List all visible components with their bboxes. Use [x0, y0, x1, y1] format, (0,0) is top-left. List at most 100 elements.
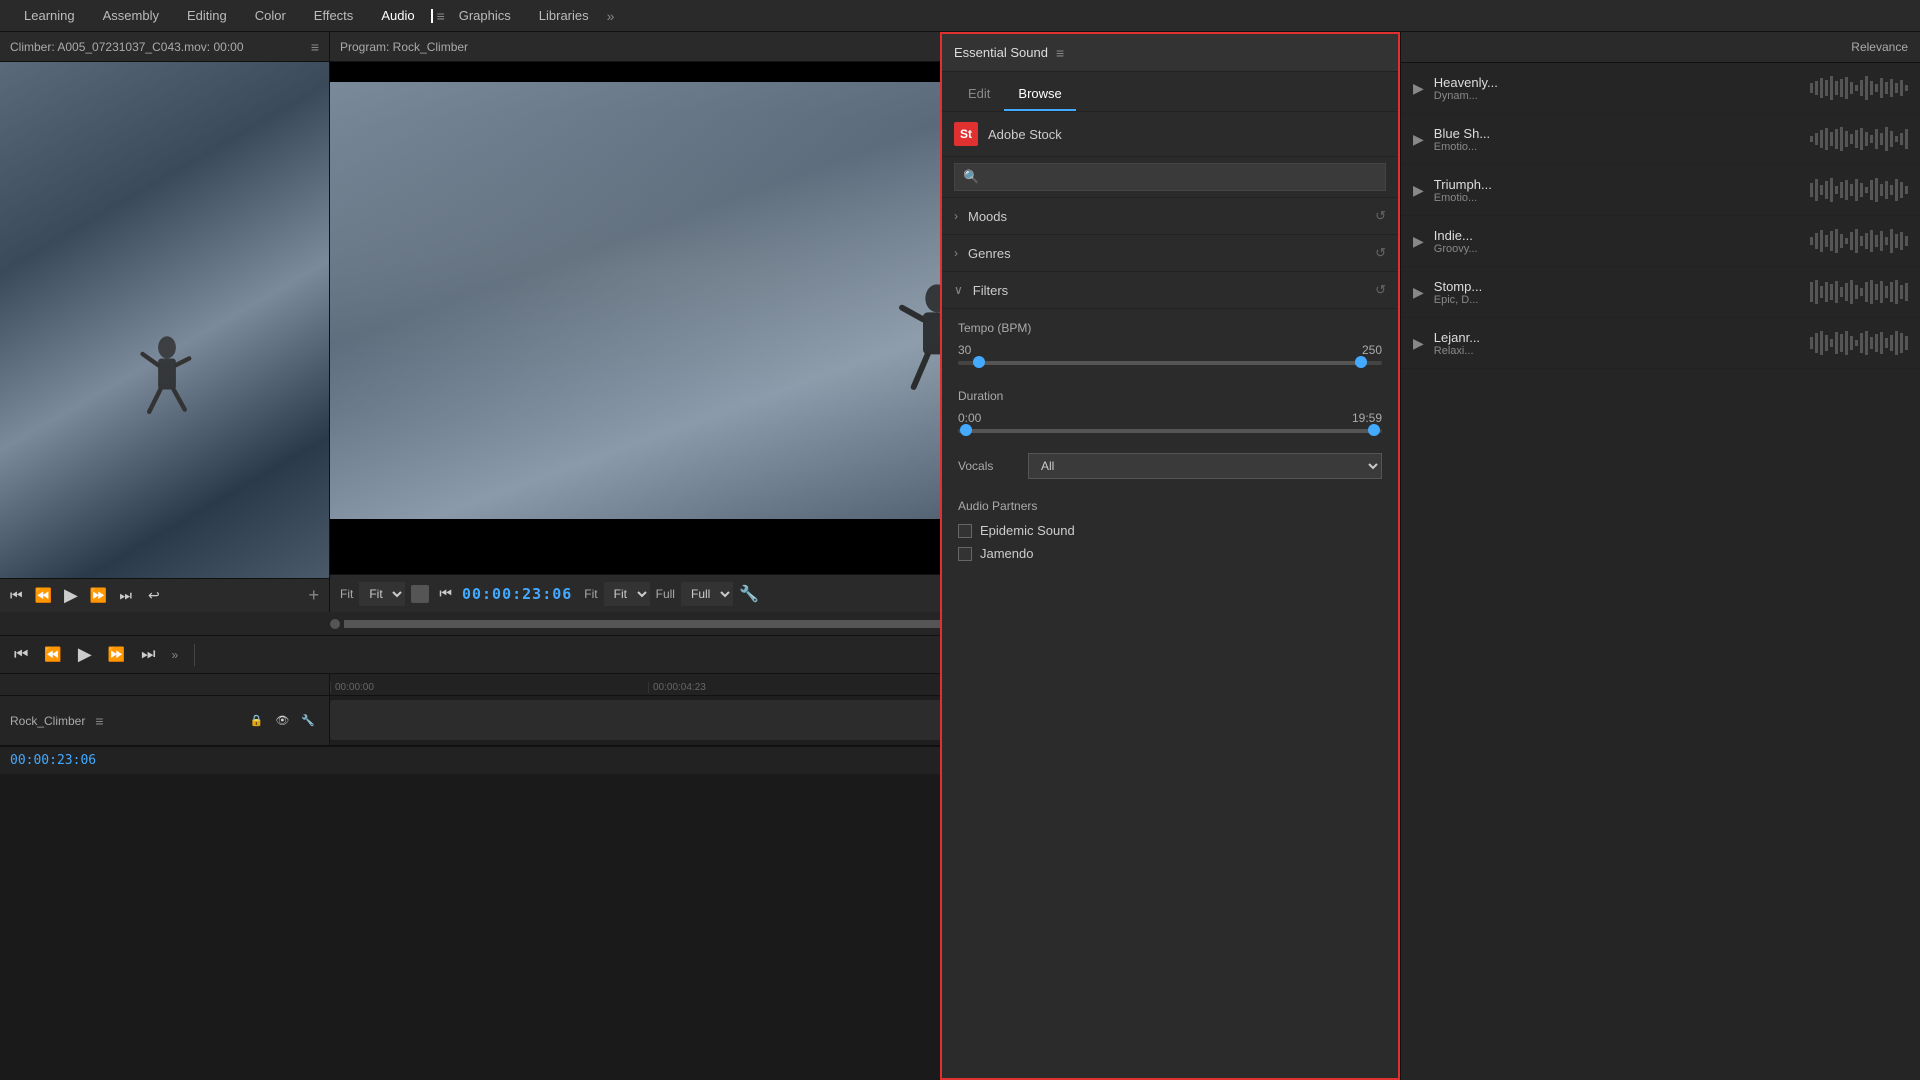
src-add-btn[interactable]: + — [304, 583, 323, 608]
tl-divider — [194, 644, 195, 666]
play-icon-3[interactable]: ▶ — [1413, 233, 1424, 250]
fit-label-2: Fit — [584, 587, 597, 601]
src-skip-back-btn[interactable]: ⏮ — [6, 585, 27, 606]
search-icon: 🔍 — [963, 169, 979, 185]
tl-back-btn[interactable]: ⏮ — [10, 644, 32, 666]
result-title-2: Triumph... — [1434, 177, 1798, 192]
ruler-mark-0: 00:00:00 — [330, 682, 648, 693]
full-label: Full — [656, 587, 675, 601]
result-item-0[interactable]: ▶ Heavenly... Dynam... — [1401, 63, 1920, 114]
filter-genres[interactable]: › Genres ↺ — [942, 235, 1398, 272]
nav-graphics[interactable]: Graphics — [445, 4, 525, 27]
tl-double-arrow: » — [172, 648, 179, 662]
tl-play-btn[interactable]: ▶ — [74, 642, 96, 667]
src-step-fwd-btn[interactable]: ⏩ — [86, 585, 111, 606]
duration-label: Duration — [958, 389, 1382, 403]
tl-step-fwd-btn[interactable]: ⏩ — [104, 644, 129, 665]
track-eye-btn[interactable]: 👁 — [271, 712, 293, 729]
wrench-icon[interactable]: 🔧 — [739, 584, 759, 604]
nav-assembly[interactable]: Assembly — [89, 4, 173, 27]
cursor-indicator — [431, 9, 433, 23]
genres-reset-icon[interactable]: ↺ — [1375, 245, 1386, 261]
vocals-row: Vocals All Instrumental With Vocals — [958, 453, 1382, 479]
nav-editing[interactable]: Editing — [173, 4, 241, 27]
nav-effects[interactable]: Effects — [300, 4, 368, 27]
play-icon-1[interactable]: ▶ — [1413, 131, 1424, 148]
search-input-wrap: 🔍 — [954, 163, 1386, 191]
tempo-range-track[interactable] — [958, 361, 1382, 365]
rock-bg — [0, 62, 329, 578]
play-icon-4[interactable]: ▶ — [1413, 284, 1424, 301]
result-item-5[interactable]: ▶ Lejanr... Relaxi... — [1401, 318, 1920, 369]
source-monitor-menu-icon[interactable]: ≡ — [311, 39, 319, 55]
jamendo-label: Jamendo — [980, 546, 1033, 561]
timeline-timecode: 00:00:23:06 — [10, 753, 96, 768]
epidemic-sound-checkbox[interactable] — [958, 524, 972, 538]
adobe-stock-row[interactable]: St Adobe Stock — [942, 112, 1398, 157]
scrubber-left-dot — [330, 619, 340, 629]
duration-thumb-left[interactable] — [960, 424, 972, 436]
nav-libraries[interactable]: Libraries — [525, 4, 603, 27]
moods-reset-icon[interactable]: ↺ — [1375, 208, 1386, 224]
epidemic-sound-row: Epidemic Sound — [958, 523, 1382, 538]
panel-tabs: Edit Browse — [942, 72, 1398, 112]
epidemic-sound-label: Epidemic Sound — [980, 523, 1075, 538]
nav-color[interactable]: Color — [241, 4, 300, 27]
fit-selector-2[interactable]: Fit — [604, 582, 650, 606]
result-info-1: Blue Sh... Emotio... — [1434, 126, 1798, 153]
result-item-1[interactable]: ▶ Blue Sh... Emotio... — [1401, 114, 1920, 165]
src-loop-btn[interactable]: ↩ — [144, 585, 164, 606]
result-title-5: Lejanr... — [1434, 330, 1798, 345]
tl-step-back-btn[interactable]: ⏪ — [40, 644, 65, 665]
track-tool-btn[interactable]: 🔧 — [297, 712, 319, 729]
track-lock-btn[interactable]: 🔒 — [246, 712, 268, 729]
relevance-label: Relevance — [1851, 40, 1908, 54]
duration-section: Duration 0:00 19:59 — [942, 377, 1398, 445]
program-monitor-title: Program: Rock_Climber — [340, 40, 468, 54]
src-play-btn[interactable]: ▶ — [60, 583, 82, 608]
search-bar: 🔍 — [942, 157, 1398, 198]
src-step-back-btn[interactable]: ⏪ — [31, 585, 56, 606]
tl-fwd-btn[interactable]: ⏭ — [137, 644, 159, 666]
audio-partners-section: Audio Partners Epidemic Sound Jamendo — [942, 487, 1398, 581]
nav-audio[interactable]: Audio — [367, 4, 428, 27]
jamendo-row: Jamendo — [958, 546, 1382, 561]
jamendo-checkbox[interactable] — [958, 547, 972, 561]
play-icon-5[interactable]: ▶ — [1413, 335, 1424, 352]
filter-filters[interactable]: ∨ Filters ↺ — [942, 272, 1398, 309]
duration-max: 19:59 — [1352, 411, 1382, 425]
full-selector[interactable]: Full — [681, 582, 733, 606]
filters-reset-icon[interactable]: ↺ — [1375, 282, 1386, 298]
vocals-select[interactable]: All Instrumental With Vocals — [1028, 453, 1382, 479]
duration-thumb-right[interactable] — [1368, 424, 1380, 436]
panel-menu-icon[interactable]: ≡ — [1056, 45, 1064, 61]
fit-selector[interactable]: Fit — [359, 582, 405, 606]
nav-more-icon[interactable]: » — [607, 8, 615, 24]
result-item-3[interactable]: ▶ Indie... Groovy... — [1401, 216, 1920, 267]
ruler-left-spacer — [0, 674, 330, 695]
tempo-thumb-right[interactable] — [1355, 356, 1367, 368]
tempo-thumb-left[interactable] — [973, 356, 985, 368]
play-icon-0[interactable]: ▶ — [1413, 80, 1424, 97]
nav-learning[interactable]: Learning — [10, 4, 89, 27]
filter-section: › Moods ↺ › Genres ↺ ∨ Filters ↺ Tempo (… — [942, 198, 1398, 1078]
pgm-skip-back-btn[interactable]: ⏮ — [435, 583, 456, 604]
result-title-0: Heavenly... — [1434, 75, 1798, 90]
duration-range-values: 0:00 19:59 — [958, 411, 1382, 425]
panel-title: Essential Sound — [954, 45, 1048, 60]
aspect-ratio-btn[interactable] — [411, 585, 429, 603]
adobe-stock-label: Adobe Stock — [988, 127, 1062, 142]
search-input[interactable] — [985, 170, 1377, 184]
tab-edit[interactable]: Edit — [954, 80, 1004, 111]
tab-browse[interactable]: Browse — [1004, 80, 1075, 111]
filter-moods[interactable]: › Moods ↺ — [942, 198, 1398, 235]
track-menu-icon[interactable]: ≡ — [95, 713, 103, 729]
play-icon-2[interactable]: ▶ — [1413, 182, 1424, 199]
ruler-mark-1: 00:00:04:23 — [648, 682, 966, 693]
src-skip-fwd-btn[interactable]: ⏭ — [115, 585, 136, 606]
result-item-2[interactable]: ▶ Triumph... Emotio... — [1401, 165, 1920, 216]
waveform-2 — [1808, 175, 1908, 205]
track-name: Rock_Climber — [10, 714, 85, 728]
result-item-4[interactable]: ▶ Stomp... Epic, D... — [1401, 267, 1920, 318]
duration-range-track[interactable] — [958, 429, 1382, 433]
